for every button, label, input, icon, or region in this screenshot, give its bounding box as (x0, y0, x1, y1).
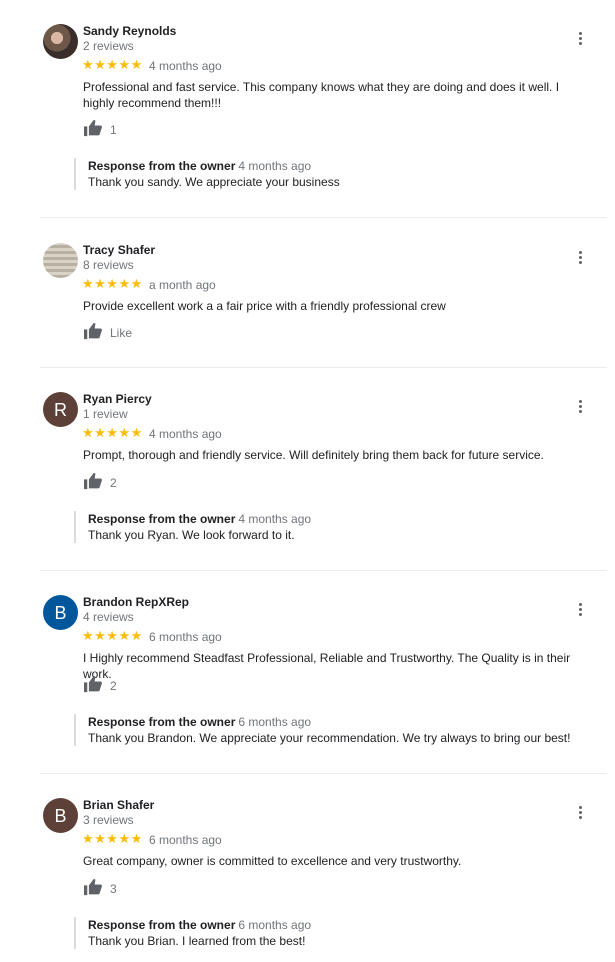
more-options-button[interactable] (574, 30, 586, 46)
divider (40, 773, 607, 774)
more-vert-icon (578, 805, 582, 819)
more-vert-icon (578, 250, 582, 264)
response-label: Response from the owner (88, 512, 236, 526)
review-count[interactable]: 2 reviews (83, 39, 134, 53)
response-text: Thank you sandy. We appreciate your busi… (88, 175, 340, 189)
response-time: 6 months ago (238, 918, 312, 932)
more-vert-icon (578, 602, 582, 616)
response-label: Response from the owner (88, 715, 236, 729)
review-text: Professional and fast service. This comp… (83, 80, 560, 110)
thumbs-up-icon (83, 675, 103, 698)
like-count: 2 (110, 679, 117, 693)
response-time: 4 months ago (238, 159, 312, 173)
star-rating: ★★★★★ (82, 628, 143, 643)
thumbs-up-icon (83, 322, 103, 345)
more-vert-icon (578, 399, 582, 413)
review-text: Great company, owner is committed to exc… (83, 854, 462, 868)
reviewer-name[interactable]: Ryan Piercy (83, 392, 152, 406)
divider (40, 367, 607, 368)
like-label: Like (110, 326, 133, 340)
avatar[interactable]: R (43, 392, 78, 427)
avatar-letter: R (54, 399, 67, 420)
response-time: 4 months ago (238, 512, 312, 526)
review-count[interactable]: 3 reviews (83, 813, 134, 827)
thumbs-up-icon (83, 119, 103, 142)
thumbs-up-icon (83, 472, 103, 495)
like-button[interactable]: 1 (83, 119, 117, 142)
divider (40, 217, 607, 218)
more-options-button[interactable] (574, 249, 586, 265)
owner-response: Response from the owner 6 months ago Than… (74, 917, 588, 949)
review-count[interactable]: 8 reviews (83, 258, 134, 272)
star-rating: ★★★★★ (82, 831, 143, 846)
more-vert-icon (578, 31, 582, 45)
reviewer-name[interactable]: Sandy Reynolds (83, 24, 176, 38)
review-text: Provide excellent work a a fair price wi… (83, 299, 446, 313)
avatar[interactable]: B (43, 798, 78, 833)
thumbs-up-icon (83, 878, 103, 901)
response-label: Response from the owner (88, 159, 236, 173)
response-time: 6 months ago (238, 715, 312, 729)
review-text: Prompt, thorough and friendly service. W… (83, 448, 544, 462)
like-button[interactable]: 2 (83, 675, 117, 698)
review-time: 4 months ago (149, 59, 222, 73)
more-options-button[interactable] (574, 398, 586, 414)
review-text: I Highly recommend Steadfast Professiona… (83, 651, 571, 681)
reviewer-name[interactable]: Brandon RepXRep (83, 595, 189, 609)
avatar-letter: B (54, 805, 67, 826)
review-time: 4 months ago (149, 427, 222, 441)
owner-response: Response from the owner 4 months ago Than… (74, 158, 588, 190)
review-time: a month ago (149, 278, 216, 292)
like-count: 1 (110, 123, 117, 137)
response-text: Thank you Ryan. We look forward to it. (88, 528, 295, 542)
reviewer-name[interactable]: Tracy Shafer (83, 243, 155, 257)
reviewer-name[interactable]: Brian Shafer (83, 798, 154, 812)
review-time: 6 months ago (149, 833, 222, 847)
review-count[interactable]: 4 reviews (83, 610, 134, 624)
more-options-button[interactable] (574, 804, 586, 820)
response-text: Thank you Brandon. We appreciate your re… (88, 731, 571, 745)
owner-response: Response from the owner 4 months ago Than… (74, 511, 588, 543)
like-button[interactable]: 3 (83, 878, 117, 901)
response-label: Response from the owner (88, 918, 236, 932)
like-button[interactable]: 2 (83, 472, 117, 495)
avatar-letter: B (54, 602, 67, 623)
review-count[interactable]: 1 review (83, 407, 128, 421)
divider (40, 570, 607, 571)
owner-response: Response from the owner 6 months ago Than… (74, 714, 588, 746)
star-rating: ★★★★★ (82, 276, 143, 291)
more-options-button[interactable] (574, 601, 586, 617)
review-time: 6 months ago (149, 630, 222, 644)
avatar[interactable] (43, 24, 78, 59)
avatar[interactable]: B (43, 595, 78, 630)
star-rating: ★★★★★ (82, 57, 143, 72)
like-count: 2 (110, 476, 117, 490)
response-text: Thank you Brian. I learned from the best… (88, 934, 306, 948)
like-button[interactable]: Like (83, 322, 133, 345)
like-count: 3 (110, 882, 117, 896)
star-rating: ★★★★★ (82, 425, 143, 440)
avatar[interactable] (43, 243, 78, 278)
